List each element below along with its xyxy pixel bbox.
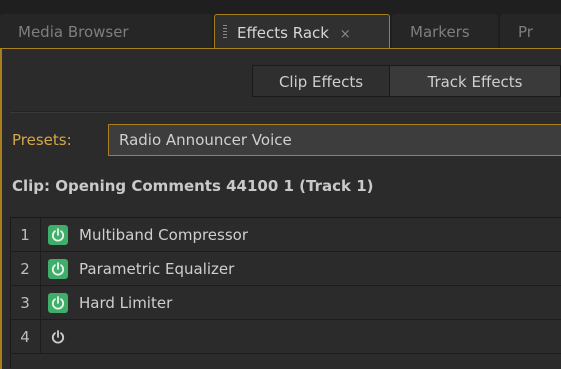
rack-slot-3[interactable]: 3 Hard Limiter <box>10 286 561 320</box>
tab-label: Effects Rack <box>237 24 329 42</box>
power-icon[interactable] <box>48 293 68 313</box>
effect-name: Parametric Equalizer <box>79 260 235 278</box>
clip-info-label: Clip: Opening Comments 44100 1 (Track 1) <box>12 177 374 195</box>
divider <box>40 286 41 319</box>
slot-number: 2 <box>20 260 30 278</box>
presets-label: Presets: <box>12 131 72 149</box>
divider <box>40 320 41 353</box>
power-icon[interactable] <box>48 327 68 347</box>
tab-label: Pr <box>518 23 533 41</box>
tab-media-browser[interactable]: Media Browser <box>0 14 212 48</box>
effect-name: Hard Limiter <box>79 294 173 312</box>
rack-slot-2[interactable]: 2 Parametric Equalizer <box>10 252 561 286</box>
tab-markers[interactable]: Markers <box>392 14 498 48</box>
slot-number: 3 <box>20 294 30 312</box>
track-effects-button[interactable]: Track Effects <box>389 65 561 97</box>
clip-effects-button[interactable]: Clip Effects <box>252 65 390 97</box>
slot-number: 4 <box>20 328 30 346</box>
slot-number: 1 <box>20 226 30 244</box>
divider <box>40 218 41 251</box>
panel-tab-bar: Media Browser Effects Rack × Markers Pr <box>0 0 561 49</box>
tab-label: Media Browser <box>18 23 129 41</box>
divider <box>10 112 561 113</box>
effect-name: Multiband Compressor <box>79 226 248 244</box>
grip-icon[interactable] <box>223 25 227 39</box>
rack-slot-4[interactable]: 4 <box>10 320 561 354</box>
tab-properties[interactable]: Pr <box>500 14 561 48</box>
tab-label: Markers <box>410 23 470 41</box>
power-icon[interactable] <box>48 259 68 279</box>
close-icon[interactable]: × <box>340 27 351 42</box>
panel-border <box>0 48 561 49</box>
tab-effects-rack[interactable]: Effects Rack × <box>214 14 390 49</box>
presets-dropdown[interactable]: Radio Announcer Voice <box>108 124 561 156</box>
divider <box>40 252 41 285</box>
power-icon[interactable] <box>48 225 68 245</box>
rack-slot-1[interactable]: 1 Multiband Compressor <box>10 218 561 252</box>
